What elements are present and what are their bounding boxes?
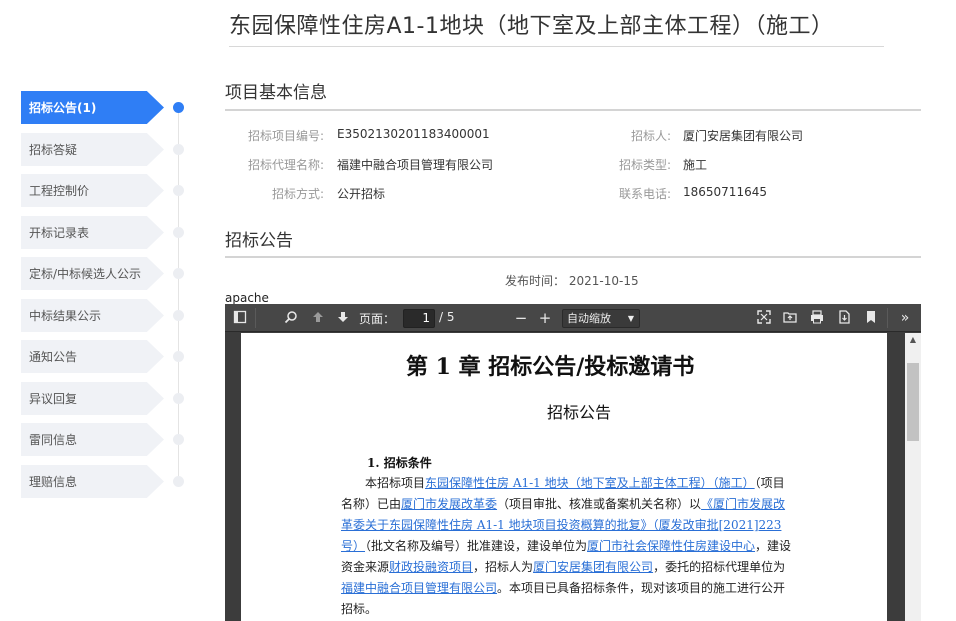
pdf-text: （项目审批、核准或备案机关名称）以 [497,497,702,511]
pdf-body-text: 本招标项目东园保障性住房 A1-1 地块（地下室及上部主体工程）（施工）（项目名… [341,473,793,620]
sidebar-item-notice[interactable]: 通知公告 [21,340,164,373]
zoom-out-icon[interactable]: − [513,310,529,326]
sidebar-item-label: 开标记录表 [29,226,90,240]
page-label: 页面： [359,312,396,326]
scroll-up-icon[interactable]: ▲ [905,335,921,344]
method-label: 招标方式: [271,187,324,201]
title-divider [229,46,884,47]
sidebar-item-bid-opening[interactable]: 开标记录表 [21,216,164,249]
tenderer-label: 招标人: [630,129,671,143]
sidebar-item-label: 异议回复 [29,392,78,406]
agency-label: 招标代理名称: [247,158,324,172]
agency-value: 福建中融合项目管理有限公司 [337,158,494,172]
chevron-down-icon: ▼ [627,314,634,323]
pdf-text: ，委托的招标代理单位为 [653,560,786,574]
toolbar-separator [255,308,256,328]
apache-text: apache [225,291,269,305]
bookmark-icon[interactable] [863,310,879,326]
search-icon[interactable] [283,310,299,326]
type-label: 招标类型: [618,158,671,172]
pdf-link-builder[interactable]: 厦门市社会保障性住房建设中心 [587,539,755,553]
pdf-section-heading: 1. 招标条件 [367,456,432,470]
pdf-link-authority[interactable]: 厦门市发展改革委 [401,497,497,511]
phone-label: 联系电话: [618,187,671,201]
download-icon[interactable] [836,310,852,326]
timeline-dot [173,185,184,196]
timeline-dot [173,144,184,155]
type-value: 施工 [683,158,708,172]
pdf-link-agency[interactable]: 福建中融合项目管理有限公司 [341,581,497,595]
pdf-link-tenderer[interactable]: 厦门安居集团有限公司 [533,560,653,574]
sidebar-item-announcement[interactable]: 招标公告(1) [21,91,164,124]
project-no-value: E3502130201183400001 [337,127,490,141]
pdf-text: 本招标项目 [365,476,426,490]
sidebar-item-label: 中标结果公示 [29,309,102,323]
page-title: 东园保障性住房A1-1地块（地下室及上部主体工程）（施工） [229,14,834,39]
timeline-dot [173,268,184,279]
timeline-dot [173,227,184,238]
sidebar-item-similar[interactable]: 雷同信息 [21,423,164,456]
timeline-dot [173,476,184,487]
sidebar-item-label: 工程控制价 [29,184,90,198]
publish-time: 发布时间： 2021-10-15 [505,272,639,289]
timeline-dot [173,310,184,321]
sidebar-item-label: 雷同信息 [29,433,78,447]
open-file-icon[interactable] [782,310,798,326]
sidebar-item-label: 理赔信息 [29,475,78,489]
zoom-value: 自动缩放 [567,312,611,325]
more-tools-icon[interactable]: » [897,310,913,326]
phone-value: 18650711645 [683,185,767,199]
pdf-subheading: 招标公告 [547,403,612,422]
page-number-input[interactable]: 1 [403,309,435,328]
page-total: / 5 [439,310,455,324]
timeline-dot [173,102,184,113]
sidebar-item-control-price[interactable]: 工程控制价 [21,174,164,207]
sidebar-item-objection[interactable]: 异议回复 [21,382,164,415]
next-page-icon[interactable] [335,310,351,326]
method-value: 公开招标 [337,187,386,201]
sidebar-toggle-icon[interactable] [232,310,248,326]
publish-label: 发布时间： [505,274,566,288]
timeline-dot [173,351,184,362]
pdf-viewer[interactable]: 页面： 1 / 5 − + 自动缩放 ▼ » 第 1 章 招标公告/投标邀请书 招… [225,304,921,621]
previous-page-icon[interactable] [310,310,326,326]
sidebar-item-result[interactable]: 中标结果公示 [21,299,164,332]
sidebar-item-label: 招标公告(1) [29,101,97,115]
section-title-basic-info: 项目基本信息 [225,83,327,103]
pdf-link-funding[interactable]: 财政投融资项目 [389,560,473,574]
print-icon[interactable] [809,310,825,326]
section-divider [225,109,921,111]
project-no-label: 招标项目编号: [247,129,324,143]
pdf-toolbar: 页面： 1 / 5 − + 自动缩放 ▼ » [225,304,921,332]
pdf-text: （批文名称及编号）批准建设，建设单位为 [365,539,588,553]
zoom-in-icon[interactable]: + [537,310,553,326]
sidebar-item-claim[interactable]: 理赔信息 [21,465,164,498]
pdf-scrollbar[interactable]: ▲ [905,333,921,621]
pdf-link-project[interactable]: 东园保障性住房 A1-1 地块（地下室及上部主体工程）（施工） [425,476,755,490]
toolbar-separator [887,308,888,328]
timeline-dot [173,434,184,445]
section-divider [225,256,921,258]
tenderer-value: 厦门安居集团有限公司 [683,129,804,143]
timeline-line [178,107,179,481]
sidebar-item-candidates[interactable]: 定标/中标候选人公示 [21,257,164,290]
sidebar-item-label: 通知公告 [29,350,78,364]
sidebar-item-label: 招标答疑 [29,143,78,157]
scroll-thumb[interactable] [907,363,919,441]
timeline-dot [173,393,184,404]
sidebar-item-label: 定标/中标候选人公示 [29,267,142,281]
section-title-announcement: 招标公告 [225,231,293,251]
pdf-page: 第 1 章 招标公告/投标邀请书 招标公告 1. 招标条件 本招标项目东园保障性… [241,333,887,621]
zoom-select[interactable]: 自动缩放 ▼ [562,309,640,328]
pdf-chapter-heading: 第 1 章 招标公告/投标邀请书 [406,354,695,380]
pdf-text: ，招标人为 [473,560,534,574]
sidebar-item-qa[interactable]: 招标答疑 [21,133,164,166]
fullscreen-icon[interactable] [756,310,772,326]
publish-date: 2021-10-15 [568,274,639,288]
